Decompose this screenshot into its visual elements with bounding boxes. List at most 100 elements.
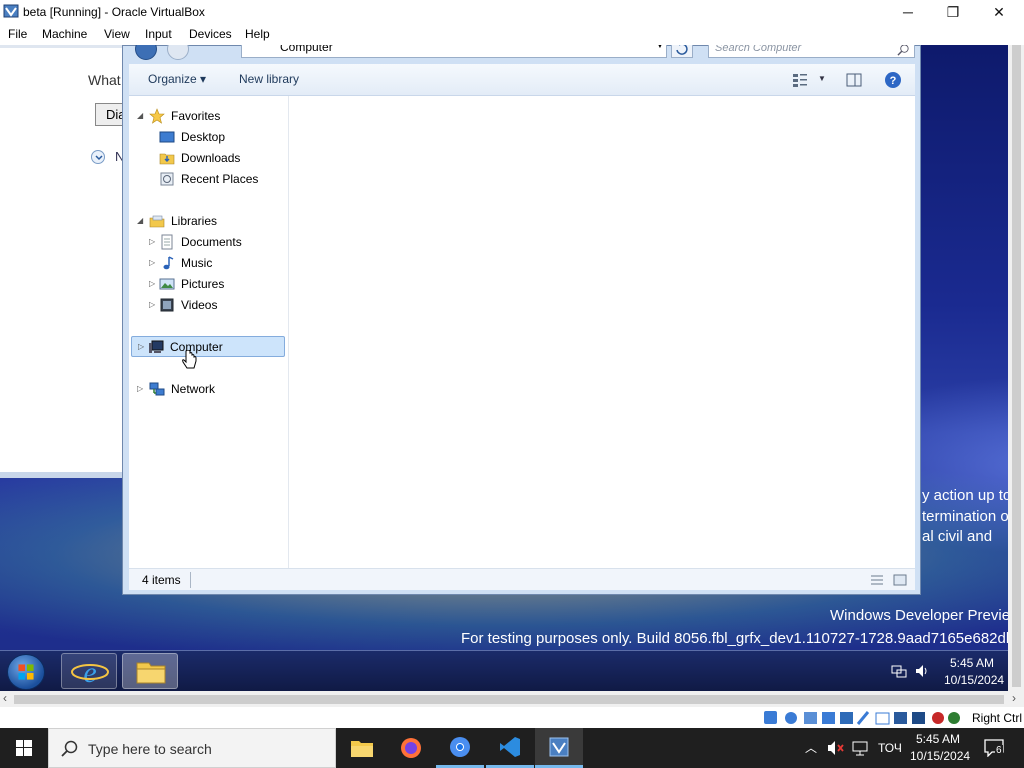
nav-recent-places[interactable]: Recent Places bbox=[129, 168, 287, 189]
host-taskbar-firefox[interactable] bbox=[387, 728, 435, 768]
maximize-button[interactable]: ❐ bbox=[930, 0, 976, 24]
search-box[interactable]: Search Computer bbox=[708, 45, 915, 58]
collapse-arrow-icon[interactable]: ◢ bbox=[137, 216, 143, 225]
notification-center-button[interactable]: 6 bbox=[984, 739, 1004, 758]
watermark-build: For testing purposes only. Build 8056.fb… bbox=[461, 630, 1008, 647]
guest-taskbar-ie[interactable]: e bbox=[61, 653, 117, 689]
music-icon bbox=[163, 255, 174, 269]
new-library-button[interactable]: New library bbox=[239, 72, 299, 86]
nav-downloads[interactable]: Downloads bbox=[129, 147, 287, 168]
nav-videos[interactable]: ▷ Videos bbox=[129, 294, 287, 315]
search-placeholder: Search Computer bbox=[715, 45, 802, 54]
menu-machine[interactable]: Machine bbox=[42, 27, 87, 41]
content-pane[interactable] bbox=[289, 96, 915, 568]
address-text: Computer bbox=[280, 45, 333, 54]
vm-horizontal-scrollbar[interactable]: ‹ › bbox=[0, 691, 1024, 707]
address-bar[interactable]: Computer ▼ bbox=[241, 45, 667, 58]
host-search-box[interactable]: Type here to search bbox=[48, 728, 336, 768]
guest-taskbar-explorer[interactable] bbox=[122, 653, 178, 689]
host-taskbar-virtualbox[interactable] bbox=[535, 728, 583, 768]
explorer-window[interactable]: Computer ▼ Search Computer Organize ▾ Ne… bbox=[122, 45, 921, 595]
watermark-title: Windows Developer Previe bbox=[830, 607, 1008, 624]
svg-text:e: e bbox=[83, 656, 96, 689]
guest-volume-icon[interactable] bbox=[914, 663, 930, 679]
nav-network[interactable]: ▷ Network bbox=[129, 378, 287, 399]
view-dropdown-icon[interactable]: ▼ bbox=[818, 74, 826, 83]
view-options-icon[interactable] bbox=[792, 72, 808, 88]
nav-desktop[interactable]: Desktop bbox=[129, 126, 287, 147]
notification-count-badge: 6 bbox=[995, 745, 1003, 756]
expand-arrow-icon[interactable]: ▷ bbox=[137, 384, 143, 393]
menu-input[interactable]: Input bbox=[145, 27, 172, 41]
vbox-device-indicators[interactable] bbox=[764, 710, 964, 726]
scroll-left-arrow-icon[interactable]: ‹ bbox=[3, 691, 7, 705]
host-volume-muted-icon[interactable] bbox=[827, 740, 845, 756]
details-view-icon[interactable] bbox=[870, 573, 884, 587]
address-dropdown-icon[interactable]: ▼ bbox=[656, 45, 664, 50]
background-window[interactable]: What Dia N bbox=[0, 45, 135, 478]
refresh-icon bbox=[676, 45, 688, 55]
nav-label: Downloads bbox=[181, 150, 241, 165]
forward-button[interactable] bbox=[167, 45, 189, 60]
search-icon bbox=[897, 45, 909, 56]
windows-start-icon[interactable] bbox=[16, 740, 32, 756]
guest-clock-time: 5:45 AM bbox=[950, 656, 995, 670]
host-title-bar: beta [Running] - Oracle VirtualBox ─ ❐ ✕ bbox=[0, 0, 1024, 24]
refresh-button[interactable] bbox=[671, 45, 693, 58]
expand-arrow-icon[interactable]: ▷ bbox=[149, 258, 155, 267]
nav-libraries[interactable]: ◢ Libraries bbox=[129, 210, 287, 231]
recent-places-icon bbox=[160, 172, 174, 185]
back-button[interactable] bbox=[135, 45, 157, 60]
expand-arrow-icon[interactable]: ▷ bbox=[149, 300, 155, 309]
expand-arrow-icon[interactable]: ▷ bbox=[149, 237, 155, 246]
organize-button[interactable]: Organize ▾ bbox=[148, 72, 206, 86]
nav-label: Network bbox=[171, 381, 216, 396]
host-taskbar-file-explorer[interactable] bbox=[338, 728, 386, 768]
tray-overflow-chevron-icon[interactable]: ︿ bbox=[805, 739, 817, 756]
expand-arrow-icon[interactable]: ▷ bbox=[149, 279, 155, 288]
menu-view[interactable]: View bbox=[104, 27, 130, 41]
host-network-icon[interactable] bbox=[851, 740, 869, 756]
watermark-partial-2: termination o bbox=[922, 508, 1008, 525]
vm-vertical-scroll-thumb[interactable] bbox=[1012, 45, 1021, 687]
nav-label: Favorites bbox=[171, 108, 221, 123]
minimize-button[interactable]: ─ bbox=[885, 0, 931, 24]
guest-network-icon[interactable] bbox=[891, 663, 907, 679]
input-language[interactable]: ТОЧ bbox=[878, 741, 902, 755]
host-taskbar-vscode[interactable] bbox=[486, 728, 534, 768]
desktop-icon bbox=[159, 131, 175, 142]
nav-documents[interactable]: ▷ Documents bbox=[129, 231, 287, 252]
expand-circle-icon[interactable] bbox=[91, 150, 105, 164]
close-button[interactable]: ✕ bbox=[976, 0, 1022, 24]
large-icons-view-icon[interactable] bbox=[893, 573, 907, 587]
host-clock-date[interactable]: 10/15/2024 bbox=[910, 749, 970, 763]
star-icon bbox=[149, 107, 165, 124]
nav-favorites[interactable]: ◢ Favorites bbox=[129, 105, 287, 126]
command-bar: Organize ▾ New library ▼ ? bbox=[129, 64, 915, 96]
guest-start-button[interactable] bbox=[7, 654, 45, 690]
expand-arrow-icon[interactable]: ▷ bbox=[138, 342, 144, 351]
vm-vertical-scrollbar[interactable] bbox=[1008, 45, 1024, 691]
host-taskbar-chrome[interactable] bbox=[436, 728, 484, 768]
guest-clock-date: 10/15/2024 bbox=[944, 673, 1005, 687]
vm-horizontal-scroll-thumb[interactable] bbox=[14, 695, 1004, 704]
help-icon[interactable]: ? bbox=[884, 71, 902, 89]
host-clock-time[interactable]: 5:45 AM bbox=[916, 732, 960, 746]
scroll-right-arrow-icon[interactable]: › bbox=[1012, 691, 1016, 705]
menu-devices[interactable]: Devices bbox=[189, 27, 232, 41]
nav-music[interactable]: ▷ Music bbox=[129, 252, 287, 273]
explorer-status-bar: 4 items bbox=[129, 568, 915, 590]
preview-pane-icon[interactable] bbox=[846, 72, 862, 88]
nav-computer[interactable]: ▷ Computer bbox=[131, 336, 285, 357]
watermark-partial-3: al civil and bbox=[922, 528, 993, 545]
nav-pictures[interactable]: ▷ Pictures bbox=[129, 273, 287, 294]
menu-help[interactable]: Help bbox=[245, 27, 270, 41]
vm-display[interactable]: What Dia N Computer ▼ Search Computer Or… bbox=[0, 45, 1008, 691]
bg-heading: What bbox=[88, 72, 121, 88]
nav-label: Pictures bbox=[181, 276, 225, 291]
libraries-icon bbox=[149, 215, 165, 227]
menu-file[interactable]: File bbox=[8, 27, 27, 41]
nav-label: Videos bbox=[181, 297, 218, 312]
virtualbox-status-bar: Right Ctrl bbox=[0, 707, 1024, 728]
collapse-arrow-icon[interactable]: ◢ bbox=[137, 111, 143, 120]
